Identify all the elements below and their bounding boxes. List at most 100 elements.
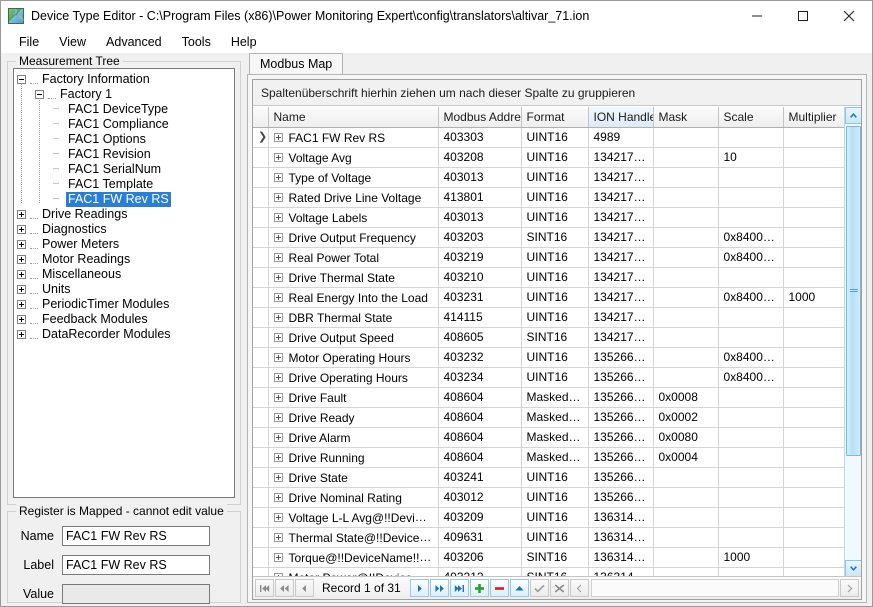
table-row[interactable]: Drive Operating Hours 403234 UINT16 1352668… xyxy=(253,367,845,388)
row-expand-icon[interactable] xyxy=(273,432,283,442)
table-row[interactable]: Real Power Total 403219 UINT16 134217736 0x8… xyxy=(253,247,845,268)
cell-multiplier[interactable] xyxy=(783,247,845,268)
cell-handle[interactable]: 134217736 xyxy=(588,247,654,268)
cell-multiplier[interactable] xyxy=(783,267,845,288)
cell-format[interactable]: SINT16 xyxy=(521,227,589,248)
row-indicator[interactable] xyxy=(253,467,269,488)
scroll-up-button[interactable] xyxy=(845,107,861,124)
tree-expand-icon[interactable] xyxy=(17,315,26,324)
tree-expand-icon[interactable] xyxy=(17,255,26,264)
first-record-button[interactable] xyxy=(255,579,274,597)
table-row[interactable]: Drive Output Speed 408605 SINT16 134217731 xyxy=(253,327,845,348)
row-expand-icon[interactable] xyxy=(273,492,283,502)
tree-item-fac1-revision[interactable]: ┈ FAC1 Revision xyxy=(17,147,234,162)
cell-ion-handle-selected[interactable]: 4989 xyxy=(588,127,654,148)
column-header-mask[interactable]: Mask xyxy=(653,107,719,128)
cell-scale[interactable] xyxy=(718,447,784,468)
table-row[interactable]: DBR Thermal State 414115 UINT16 134217729 xyxy=(253,307,845,328)
cell-scale[interactable] xyxy=(718,427,784,448)
tree-item-fac1-options[interactable]: ┈ FAC1 Options xyxy=(17,132,234,147)
row-expand-icon[interactable] xyxy=(273,172,283,182)
cell-mask[interactable] xyxy=(653,147,719,168)
table-row[interactable]: Voltage Avg 403208 UINT16 134217737 10 xyxy=(253,147,845,168)
cell-address[interactable]: 408605 xyxy=(438,327,522,348)
cell-name[interactable]: FAC1 FW Rev RS xyxy=(268,127,439,148)
row-expand-icon[interactable] xyxy=(273,352,283,362)
cell-mask[interactable] xyxy=(653,247,719,268)
cell-handle[interactable]: 136314885 xyxy=(588,507,654,528)
cell-name[interactable]: Rated Drive Line Voltage xyxy=(268,187,439,208)
row-expand-icon[interactable] xyxy=(273,332,283,342)
cell-mask[interactable] xyxy=(653,167,719,188)
prior-page-button[interactable] xyxy=(275,579,294,597)
measurement-tree-panel[interactable]: Factory Information Factory 1 ┈ FAC1 Device… xyxy=(13,68,235,498)
cell-multiplier[interactable] xyxy=(783,547,845,568)
table-row[interactable]: Drive Ready 408604 MaskedBool 135266563 0x00… xyxy=(253,407,845,428)
cell-handle[interactable]: 136314884 xyxy=(588,547,654,568)
cell-scale[interactable] xyxy=(718,467,784,488)
column-header-format[interactable]: Format xyxy=(521,107,589,128)
cell-name[interactable]: Voltage Avg xyxy=(268,147,439,168)
cell-handle[interactable]: 135266305 xyxy=(588,487,654,508)
cell-scale[interactable] xyxy=(718,507,784,528)
cell-scale[interactable] xyxy=(718,267,784,288)
cell-name[interactable]: Real Energy Into the Load xyxy=(268,287,439,308)
cell-address[interactable]: 403210 xyxy=(438,267,522,288)
cell-handle[interactable]: 134217731 xyxy=(588,327,654,348)
cell-mask[interactable] xyxy=(653,287,719,308)
cell-name[interactable]: Drive Nominal Rating xyxy=(268,487,439,508)
cell-address[interactable]: 403206 xyxy=(438,547,522,568)
row-indicator[interactable] xyxy=(253,427,269,448)
cell-handle[interactable]: 135266818 xyxy=(588,347,654,368)
row-expand-icon[interactable] xyxy=(273,412,283,422)
table-row[interactable]: Voltage Labels 403013 UINT16 134217738 xyxy=(253,207,845,228)
row-indicator[interactable] xyxy=(253,287,269,308)
label-input[interactable] xyxy=(62,555,210,575)
cell-format[interactable]: UINT16 xyxy=(521,287,589,308)
cell-name[interactable]: Real Power Total xyxy=(268,247,439,268)
cell-scale[interactable]: 1000 xyxy=(718,547,784,568)
row-indicator[interactable] xyxy=(253,327,269,348)
cell-scale[interactable]: 0x8400003 xyxy=(718,347,784,368)
cell-scale[interactable] xyxy=(718,487,784,508)
table-row[interactable]: Drive Thermal State 403210 UINT16 134217732 xyxy=(253,267,845,288)
tree-expand-icon[interactable] xyxy=(17,285,26,294)
table-row[interactable]: Drive Fault 408604 MaskedBool 135266562 0x00… xyxy=(253,387,845,408)
tree-item-fac1-template[interactable]: ┈ FAC1 Template xyxy=(17,177,234,192)
cell-format[interactable]: UINT16 xyxy=(521,307,589,328)
cell-address[interactable]: 403234 xyxy=(438,367,522,388)
tree-item-power-meters[interactable]: Power Meters xyxy=(17,237,234,252)
cell-scale[interactable]: 0x8400002 xyxy=(718,367,784,388)
row-expand-icon[interactable] xyxy=(273,152,283,162)
row-expand-icon[interactable] xyxy=(273,552,283,562)
cell-name[interactable]: Drive State xyxy=(268,467,439,488)
cell-mask[interactable] xyxy=(653,547,719,568)
table-row[interactable]: Rated Drive Line Voltage 413801 UINT16 1342… xyxy=(253,187,845,208)
column-header-multiplier[interactable]: Multiplier xyxy=(783,107,845,128)
cell-handle[interactable]: 134217738 xyxy=(588,207,654,228)
menu-tools[interactable]: Tools xyxy=(172,33,221,51)
post-edit-button[interactable] xyxy=(529,579,549,597)
row-expand-icon[interactable] xyxy=(273,452,283,462)
cell-address[interactable]: 408604 xyxy=(438,447,522,468)
cell-mask[interactable] xyxy=(653,127,719,148)
cell-format[interactable]: MaskedBool xyxy=(521,427,589,448)
cell-address[interactable]: 409631 xyxy=(438,527,522,548)
cell-mask[interactable]: 0x0004 xyxy=(653,447,719,468)
cell-address[interactable]: 413801 xyxy=(438,187,522,208)
cell-format[interactable]: SINT16 xyxy=(521,547,589,568)
menu-file[interactable]: File xyxy=(9,33,49,51)
next-page-button[interactable] xyxy=(429,579,449,597)
cell-name[interactable]: Drive Fault xyxy=(268,387,439,408)
cell-multiplier[interactable] xyxy=(783,307,845,328)
cell-name[interactable]: Drive Operating Hours xyxy=(268,367,439,388)
cell-scale[interactable] xyxy=(718,127,784,148)
last-record-button[interactable] xyxy=(449,579,469,597)
cell-format[interactable]: UINT16 xyxy=(521,507,589,528)
row-expand-icon[interactable] xyxy=(273,372,283,382)
row-expand-icon[interactable] xyxy=(273,132,283,142)
menu-advanced[interactable]: Advanced xyxy=(96,33,172,51)
tree-item-factory-information[interactable]: Factory Information xyxy=(17,72,234,87)
cell-mask[interactable] xyxy=(653,507,719,528)
cell-mask[interactable] xyxy=(653,327,719,348)
